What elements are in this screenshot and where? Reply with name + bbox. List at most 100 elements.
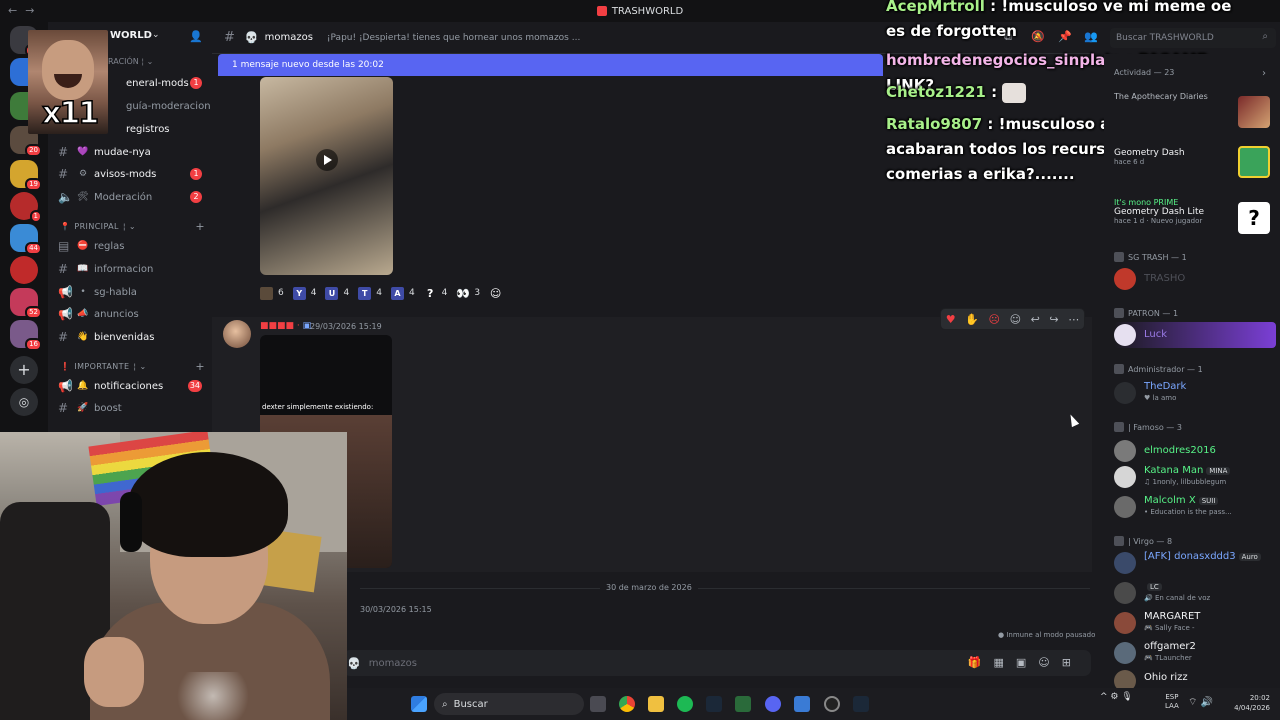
- face-reaction-icon[interactable]: ☹: [989, 313, 1000, 326]
- steam-icon[interactable]: [706, 696, 722, 712]
- add-server-icon[interactable]: +: [10, 356, 38, 384]
- channel-moderacion[interactable]: 🔈 🛠 Moderación 2: [48, 187, 212, 207]
- member-item[interactable]: Katana Man MINA ♫ 1nonly, lilbubblegum: [1114, 464, 1276, 490]
- invite-icon[interactable]: 👤: [189, 30, 203, 43]
- reaction[interactable]: ? 4: [424, 284, 447, 302]
- discover-icon[interactable]: ◎: [10, 388, 38, 416]
- more-icon[interactable]: ⋯: [1068, 313, 1079, 326]
- channel-mudae-nya[interactable]: # 💜 mudae-nya: [48, 142, 212, 162]
- reaction[interactable]: 6: [260, 284, 284, 302]
- language-indicator[interactable]: ESP LAA: [1165, 693, 1179, 711]
- category-moderacion[interactable]: RACIÓN ¦ ⌄: [108, 57, 153, 66]
- avatar[interactable]: [223, 320, 251, 348]
- member-item[interactable]: Ohio rizz: [1114, 668, 1276, 692]
- reaction[interactable]: T4: [358, 284, 382, 302]
- message-timestamp: 30/03/2026 15:15: [360, 605, 432, 614]
- reaction[interactable]: Y4: [292, 284, 316, 302]
- reaction[interactable]: A4: [390, 284, 415, 302]
- avatar: [1114, 324, 1136, 346]
- heart-reaction-icon[interactable]: ♥: [946, 313, 956, 326]
- play-icon[interactable]: [316, 149, 338, 171]
- notepad-icon[interactable]: [794, 696, 810, 712]
- megaphone-icon: 📣: [77, 309, 89, 319]
- activity-card[interactable]: The Apothecary Diaries: [1114, 92, 1276, 132]
- taskbar-clock[interactable]: 20:02 4/04/2026: [1228, 693, 1270, 713]
- obs-icon[interactable]: [824, 696, 840, 712]
- channel-notificaciones[interactable]: 📢 🔔 notificaciones 34: [48, 376, 212, 396]
- channel-bienvenidas[interactable]: # 👋 bienvenidas: [48, 327, 212, 347]
- date-divider: [360, 588, 1090, 589]
- channel-sg-habla[interactable]: 📢 • sg-habla: [48, 282, 212, 302]
- member-item[interactable]: offgamer2 🎮 TLauncher: [1114, 640, 1276, 666]
- reaction[interactable]: U4: [325, 284, 349, 302]
- spotify-icon[interactable]: [677, 696, 693, 712]
- channel-avisos-mods[interactable]: # ⚙ avisos-mods 1: [48, 164, 212, 184]
- chat-line: AcepMrtroll : !musculoso ve mi meme oe e…: [886, 0, 1232, 40]
- chevron-down-icon[interactable]: ⌄: [152, 30, 160, 40]
- chrome-icon[interactable]: [619, 696, 635, 712]
- member-item[interactable]: LC 🔊 En canal de voz: [1114, 580, 1276, 606]
- app-icon[interactable]: [735, 696, 751, 712]
- member-item[interactable]: MARGARET 🎮 Sally Face -: [1114, 610, 1276, 636]
- server-icon[interactable]: 44: [10, 224, 42, 255]
- member-group-header: PATRON — 1: [1114, 308, 1178, 318]
- member-item[interactable]: TRASHO: [1114, 266, 1276, 292]
- composer-icons[interactable]: 🎁▦▣☺⊞: [968, 656, 1083, 669]
- hand-reaction-icon[interactable]: ✋: [965, 313, 979, 326]
- category-principal[interactable]: 📍 PRINCIPAL ¦ ⌄ +: [60, 220, 205, 233]
- hash-icon: #: [224, 30, 235, 45]
- activity-card[interactable]: It's mono PRIME Geometry Dash Lite hace …: [1114, 198, 1276, 238]
- channel-topic[interactable]: ¡Papu! ¡Despierta! tienes que hornear un…: [327, 33, 580, 43]
- pin-icon: 📍: [60, 222, 71, 231]
- channel-boost[interactable]: # 🚀 boost: [48, 398, 212, 418]
- discord-icon[interactable]: [765, 696, 781, 712]
- server-icon[interactable]: [10, 256, 38, 284]
- task-view-icon[interactable]: [590, 696, 606, 712]
- member-item[interactable]: [AFK] donasxddd3 Auro: [1114, 550, 1276, 576]
- server-icon[interactable]: 1: [10, 192, 42, 223]
- alert-icon: ❗: [60, 362, 71, 371]
- game-thumbnail: [1238, 96, 1270, 128]
- message-input[interactable]: 💀 momazos 🎁▦▣☺⊞: [343, 650, 1091, 676]
- avatar: [1114, 612, 1136, 634]
- nav-arrows[interactable]: ←→: [8, 4, 42, 17]
- taskbar-search[interactable]: ⌕ Buscar: [434, 693, 584, 715]
- announce-icon: 📢: [58, 307, 73, 321]
- member-item[interactable]: Luck: [1114, 322, 1276, 348]
- hash-icon: #: [58, 167, 69, 181]
- announce-icon: 📢: [58, 379, 73, 393]
- add-reaction-button[interactable]: ☺: [489, 284, 507, 302]
- message-author[interactable]: ■■■■ · ▣: [260, 321, 311, 331]
- member-group-header: Administrador — 1: [1114, 364, 1203, 374]
- activity-header: Actividad — 23: [1114, 68, 1175, 77]
- server-icon[interactable]: 16: [10, 320, 42, 351]
- server-icon[interactable]: 52: [10, 288, 42, 319]
- add-reaction-icon[interactable]: ☺: [1010, 313, 1021, 326]
- forward-icon[interactable]: ↪: [1049, 313, 1058, 326]
- channel-reglas[interactable]: ▤ ⛔ reglas: [48, 236, 212, 256]
- category-importante[interactable]: ❗ IMPORTANTE ¦ ⌄ +: [60, 360, 205, 373]
- chevron-right-icon[interactable]: ›: [1262, 68, 1266, 79]
- avatar: [1114, 582, 1136, 604]
- member-item[interactable]: Malcolm X SUII • Education is the pass...: [1114, 494, 1276, 520]
- reply-icon[interactable]: ↩: [1031, 313, 1040, 326]
- system-tray[interactable]: ^ ⚙ 🎙: [1100, 692, 1133, 702]
- add-channel-icon[interactable]: +: [195, 360, 205, 373]
- server-name[interactable]: WORLD: [110, 30, 152, 41]
- add-channel-icon[interactable]: +: [195, 220, 205, 233]
- network-icon[interactable]: ⌔ 🔊: [1188, 696, 1213, 709]
- member-item[interactable]: TheDark ♥ la amo: [1114, 380, 1276, 406]
- steam-icon[interactable]: [853, 696, 869, 712]
- member-item[interactable]: elmodres2016: [1114, 438, 1276, 464]
- windows-start-icon[interactable]: [411, 696, 427, 712]
- new-messages-bar[interactable]: 1 mensaje nuevo desde las 20:02: [218, 54, 883, 76]
- activity-card[interactable]: Geometry Dash hace 6 d: [1114, 146, 1276, 188]
- file-explorer-icon[interactable]: [648, 696, 664, 712]
- no-entry-icon: ⛔: [77, 241, 89, 251]
- skull-icon: 💀: [244, 31, 259, 44]
- video-attachment[interactable]: [260, 77, 393, 275]
- reaction[interactable]: 👀 3: [456, 284, 480, 302]
- server-icon[interactable]: 19: [10, 160, 42, 191]
- channel-informacion[interactable]: # 📖 informacion: [48, 259, 212, 279]
- channel-anuncios[interactable]: 📢 📣 anuncios: [48, 304, 212, 324]
